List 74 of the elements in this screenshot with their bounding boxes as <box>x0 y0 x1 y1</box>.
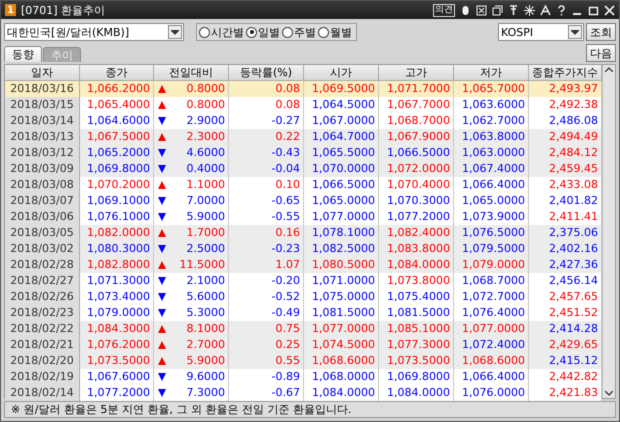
table-row[interactable]: 2018/03/02 1,080.3000 2.5000 -0.23 1,082.5000 1,083.8000 1,079.5000 2,402.16 <box>5 241 602 257</box>
dropdown-caret-icon[interactable] <box>171 30 179 34</box>
date-cell: 2018/02/19 <box>5 369 80 385</box>
date-cell: 2018/02/28 <box>5 257 80 273</box>
date-cell: 2018/02/14 <box>5 385 80 401</box>
currency-dropdown[interactable]: 대한민국[원/달러(KMB)] <box>4 23 184 41</box>
boxed-x-icon[interactable] <box>476 4 487 16</box>
date-cell: 2018/03/14 <box>5 113 80 129</box>
close-icon[interactable] <box>604 4 615 16</box>
pin-icon[interactable] <box>508 4 519 16</box>
table-row[interactable]: 2018/03/12 1,065.2000 4.6000 -0.43 1,065.5000 1,066.5000 1,063.0000 2,484.12 <box>5 145 602 161</box>
table-row[interactable]: 2018/02/26 1,073.4000 5.6000 -0.52 1,075.0000 1,075.4000 1,072.7000 2,457.65 <box>5 289 602 305</box>
period-radio[interactable]: 시간별 <box>199 24 244 40</box>
date-cell: 2018/02/22 <box>5 321 80 337</box>
dropdown-caret-icon[interactable] <box>571 30 579 34</box>
table-row[interactable]: 2018/03/07 1,069.1000 7.0000 -0.65 1,065.0000 1,070.3000 1,065.0000 2,401.82 <box>5 193 602 209</box>
date-cell: 2018/02/20 <box>5 353 80 369</box>
table-row[interactable]: 2018/02/28 1,082.8000 11.5000 1.07 1,080.5000 1,084.0000 1,079.0000 2,427.36 <box>5 257 602 273</box>
snowflake-icon[interactable] <box>524 4 535 16</box>
column-header[interactable]: 시가 <box>304 65 379 81</box>
column-header[interactable]: 일자 <box>5 65 80 81</box>
table-row[interactable]: 2018/03/09 1,069.8000 0.4000 -0.04 1,070.0000 1,072.0000 1,067.4000 2,459.45 <box>5 161 602 177</box>
table-row[interactable]: 2018/03/06 1,076.1000 5.9000 -0.55 1,077.0000 1,077.2000 1,073.9000 2,411.41 <box>5 209 602 225</box>
date-cell: 2018/03/05 <box>5 225 80 241</box>
date-cell: 2018/03/02 <box>5 241 80 257</box>
help-icon[interactable] <box>556 4 567 16</box>
date-cell: 2018/02/26 <box>5 289 80 305</box>
table-row[interactable]: 2018/02/21 1,076.2000 2.7000 0.25 1,074.5000 1,077.3000 1,072.4000 2,429.65 <box>5 337 602 353</box>
window-stack-icon[interactable] <box>492 4 503 16</box>
column-header[interactable]: 등락률(%) <box>229 65 304 81</box>
date-cell: 2018/03/06 <box>5 209 80 225</box>
table-row[interactable]: 2018/02/14 1,077.2000 7.3000 -0.67 1,084.0000 1,084.0000 1,076.0000 2,421.83 <box>5 385 602 401</box>
table-row[interactable]: 2018/02/23 1,079.0000 5.3000 -0.49 1,081.5000 1,081.5000 1,076.4000 2,451.52 <box>5 305 602 321</box>
table-row[interactable]: 2018/02/22 1,084.3000 8.1000 0.75 1,077.0000 1,085.1000 1,077.0000 2,414.28 <box>5 321 602 337</box>
date-cell: 2018/03/08 <box>5 177 80 193</box>
table-row[interactable]: 2018/03/05 1,082.0000 1.7000 0.16 1,078.1000 1,082.4000 1,076.5000 2,375.06 <box>5 225 602 241</box>
tab[interactable]: 동향 <box>4 46 42 62</box>
column-header[interactable]: 전일대비 <box>154 65 229 81</box>
table-row[interactable]: 2018/03/15 1,065.4000 0.8000 0.08 1,064.5000 1,067.7000 1,063.6000 2,492.38 <box>5 97 602 113</box>
notice-text: ※ 원/달러 환율은 5분 지연 환율, 그 외 환율은 전일 기준 환율입니다. <box>4 401 616 418</box>
scroll-down-icon[interactable] <box>605 391 613 396</box>
column-header[interactable]: 종합주가지수 <box>529 65 602 81</box>
index-dropdown[interactable]: KOSPI <box>498 23 584 41</box>
period-radio[interactable]: 일별 <box>246 24 280 40</box>
table-row[interactable]: 2018/02/20 1,073.5000 5.9000 0.55 1,068.6000 1,073.5000 1,068.6000 2,415.12 <box>5 353 602 369</box>
column-header[interactable]: 종가 <box>80 65 154 81</box>
table-row[interactable]: 2018/02/27 1,071.3000 2.1000 -0.20 1,071.0000 1,073.8000 1,068.7000 2,456.14 <box>5 273 602 289</box>
window-title: [0701] 환율추이 <box>21 2 106 18</box>
date-cell: 2018/02/23 <box>5 305 80 321</box>
date-cell: 2018/03/09 <box>5 161 80 177</box>
maximize-icon[interactable] <box>588 4 599 16</box>
font-icon[interactable] <box>540 4 551 16</box>
mouse-icon[interactable] <box>460 4 471 16</box>
table-row[interactable]: 2018/03/16 1,066.2000 0.8000 0.08 1,069.5000 1,071.7000 1,065.7000 2,493.97 <box>5 81 602 97</box>
table-row[interactable]: 2018/02/19 1,067.6000 9.6000 -0.89 1,068.0000 1,069.8000 1,066.4000 2,442.82 <box>5 369 602 385</box>
date-cell: 2018/03/12 <box>5 145 80 161</box>
period-radio[interactable]: 주별 <box>282 24 316 40</box>
column-header[interactable]: 고가 <box>379 65 454 81</box>
table-row[interactable]: 2018/03/08 1,070.2000 1.1000 0.10 1,066.5000 1,070.4000 1,066.4000 2,433.08 <box>5 177 602 193</box>
column-header[interactable]: 저가 <box>454 65 529 81</box>
date-cell: 2018/03/13 <box>5 129 80 145</box>
window-number-badge: 1 <box>5 4 16 16</box>
table-row[interactable]: 2018/03/13 1,067.5000 2.3000 0.22 1,064.7000 1,067.9000 1,063.8000 2,494.49 <box>5 129 602 145</box>
date-cell: 2018/02/21 <box>5 337 80 353</box>
date-cell: 2018/02/27 <box>5 273 80 289</box>
opinion-button[interactable]: 의견 <box>433 4 455 16</box>
next-button[interactable]: 다음 <box>586 44 616 62</box>
date-cell: 2018/03/07 <box>5 193 80 209</box>
table-row[interactable]: 2018/03/14 1,064.6000 2.9000 -0.27 1,067.0000 1,068.7000 1,062.7000 2,486.08 <box>5 113 602 129</box>
query-button[interactable]: 조회 <box>586 23 616 41</box>
scroll-up-icon[interactable] <box>605 67 613 72</box>
date-cell: 2018/03/15 <box>5 97 80 113</box>
scrollbar[interactable] <box>602 65 615 398</box>
period-radio[interactable]: 월별 <box>318 24 352 40</box>
